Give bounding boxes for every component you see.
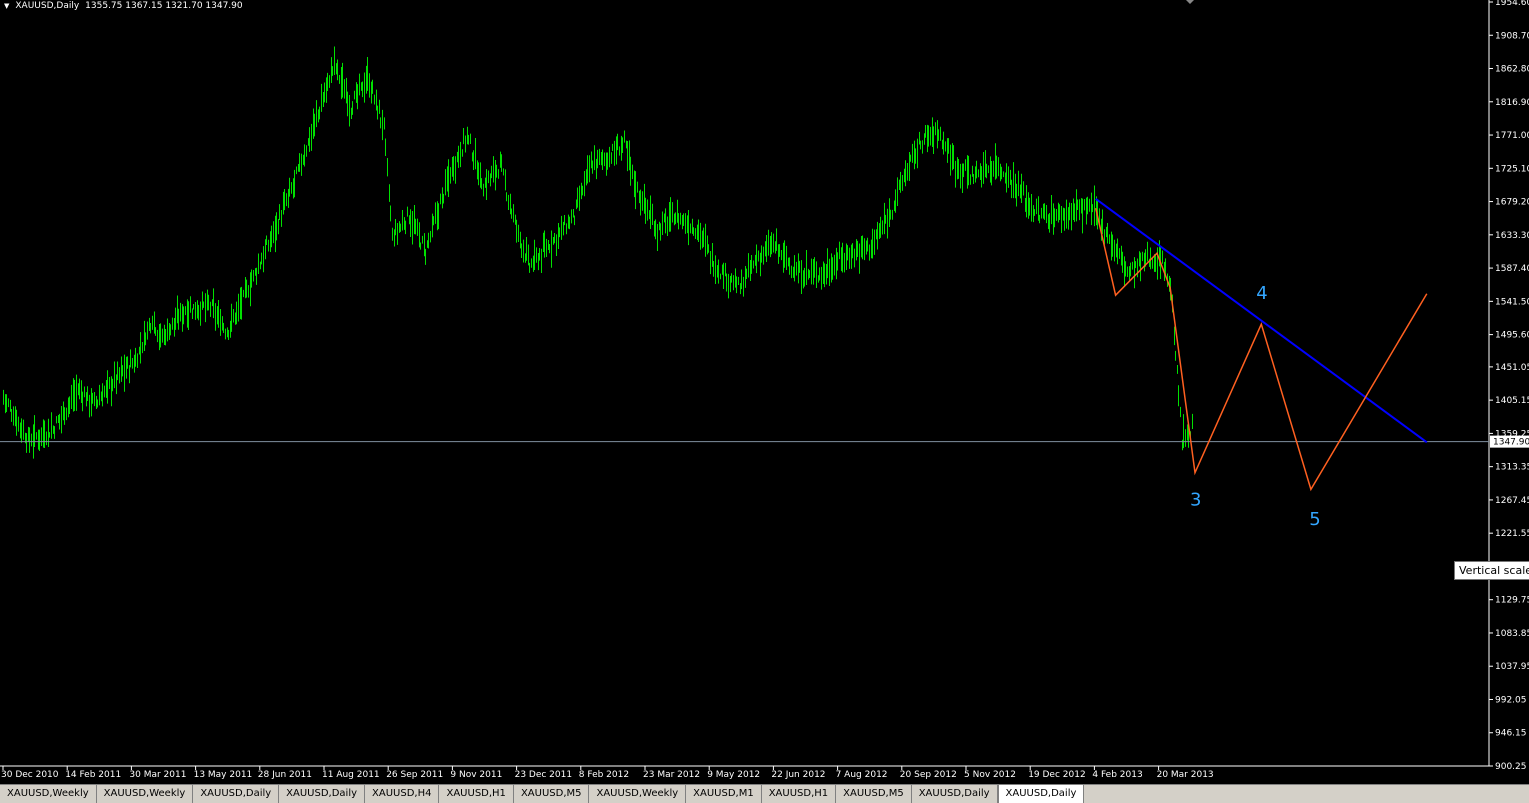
price-tick-label: 1862.80	[1495, 65, 1529, 75]
time-tick-label: 13 May 2011	[194, 770, 253, 780]
time-tick-label: 11 Aug 2011	[322, 770, 380, 780]
time-tick-label: 20 Sep 2012	[900, 770, 957, 780]
price-tick-label: 1037.95	[1495, 662, 1529, 672]
time-tick-label: 9 Nov 2011	[450, 770, 502, 780]
price-tick-label: 1587.40	[1495, 264, 1529, 274]
price-tick-label: 1083.85	[1495, 629, 1529, 639]
price-tick-label: 1313.35	[1495, 463, 1529, 473]
price-tick-label: 1679.20	[1495, 198, 1529, 208]
time-tick-label: 23 Mar 2012	[643, 770, 700, 780]
price-tick-label: 1908.70	[1495, 31, 1529, 41]
price-tick-label: 1221.55	[1495, 529, 1529, 539]
wave-label-3: 3	[1190, 489, 1201, 510]
chart-tab-bar: XAUUSD,Weekly XAUUSD,Weekly XAUUSD,Daily XA…	[0, 784, 1529, 803]
chart-tab[interactable]: XAUUSD,H1	[439, 785, 514, 803]
price-tick-label: 1129.75	[1495, 596, 1529, 606]
time-tick-label: 26 Sep 2011	[386, 770, 443, 780]
chart-tab[interactable]: XAUUSD,H1	[762, 785, 837, 803]
chart-tab[interactable]: XAUUSD,M5	[514, 785, 590, 803]
trendline[interactable]	[1095, 198, 1428, 444]
price-tick-label: 1267.45	[1495, 496, 1529, 506]
current-price-label: 1347.90	[1493, 438, 1529, 448]
chart-tab[interactable]: XAUUSD,H4	[365, 785, 440, 803]
price-tick-label: 946.15	[1495, 729, 1527, 739]
price-tick-label: 1495.60	[1495, 331, 1529, 341]
time-tick-label: 30 Mar 2011	[129, 770, 186, 780]
scroll-marker-icon	[1186, 0, 1194, 4]
time-tick-label: 23 Dec 2011	[515, 770, 573, 780]
time-tick-label: 14 Feb 2011	[65, 770, 121, 780]
chart-tab[interactable]: XAUUSD,M1	[686, 785, 762, 803]
price-tick-label: 1771.00	[1495, 131, 1529, 141]
chart-tab[interactable]: XAUUSD,Daily	[193, 785, 280, 803]
chart-tab[interactable]: XAUUSD,Weekly	[97, 785, 194, 803]
time-tick-label: 7 Aug 2012	[836, 770, 888, 780]
price-tick-label: 992.05	[1495, 695, 1527, 705]
price-tick-label: 1405.15	[1495, 396, 1529, 406]
time-tick-label: 20 Mar 2013	[1157, 770, 1214, 780]
chart-info: ▼ XAUUSD,Daily 1355.75 1367.15 1321.70 1…	[4, 0, 243, 12]
price-tick-label: 1954.60	[1495, 0, 1529, 8]
price-tick-label: 900.25	[1495, 762, 1527, 772]
chart-tab[interactable]: XAUUSD,M5	[836, 785, 912, 803]
wave-label-5: 5	[1309, 509, 1320, 530]
price-tick-label: 1816.90	[1495, 98, 1529, 108]
time-tick-label: 5 Nov 2012	[964, 770, 1016, 780]
time-tick-label: 22 Jun 2012	[771, 770, 825, 780]
chart-tab[interactable]: XAUUSD,Daily	[279, 785, 366, 803]
vertical-scale-tooltip: Vertical scale	[1454, 561, 1529, 580]
symbol-label: XAUUSD,Daily	[15, 1, 80, 11]
price-tick-label: 1725.10	[1495, 164, 1529, 174]
time-tick-label: 8 Feb 2012	[579, 770, 629, 780]
price-tick-label: 1541.50	[1495, 297, 1529, 307]
chart-tab[interactable]: XAUUSD,Daily	[997, 785, 1085, 803]
time-tick-label: 19 Dec 2012	[1028, 770, 1086, 780]
collapse-arrow-icon[interactable]: ▼	[4, 2, 9, 10]
chart-tab[interactable]: XAUUSD,Weekly	[0, 785, 97, 803]
price-tick-label: 1633.30	[1495, 231, 1529, 241]
chart-canvas[interactable]: 1954.60 1908.70 1862.80 1816.90 1771.00 1725.…	[0, 0, 1529, 784]
time-tick-label: 28 Jun 2011	[258, 770, 312, 780]
wave-label-4: 4	[1256, 283, 1267, 304]
time-tick-label: 30 Dec 2010	[1, 770, 59, 780]
ohlc-values: 1355.75 1367.15 1321.70 1347.90	[85, 1, 243, 11]
chart-tab[interactable]: XAUUSD,Daily	[912, 785, 998, 803]
price-tick-label: 1451.05	[1495, 363, 1529, 373]
time-tick-label: 9 May 2012	[707, 770, 760, 780]
price-chart[interactable]: 1954.60 1908.70 1862.80 1816.90 1771.00 1725.…	[0, 0, 1529, 784]
chart-tab[interactable]: XAUUSD,Weekly	[589, 785, 687, 803]
time-tick-label: 4 Feb 2013	[1092, 770, 1142, 780]
